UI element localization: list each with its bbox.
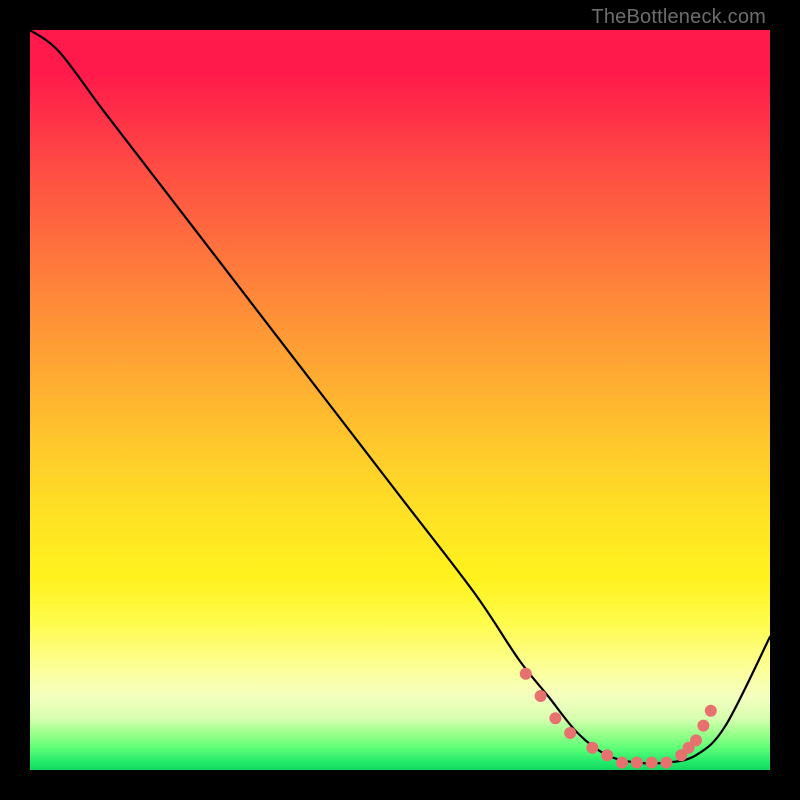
curve-marker-dot	[660, 757, 672, 769]
chart-frame: TheBottleneck.com	[0, 0, 800, 800]
curve-marker-dot	[535, 690, 547, 702]
bottleneck-curve	[30, 30, 770, 764]
plot-area	[30, 30, 770, 770]
curve-marker-dot	[631, 757, 643, 769]
curve-marker-dot	[616, 757, 628, 769]
curve-marker-dot	[690, 734, 702, 746]
curve-layer	[30, 30, 770, 770]
curve-marker-dot	[586, 742, 598, 754]
curve-marker-dot	[601, 749, 613, 761]
curve-marker-dot	[564, 727, 576, 739]
curve-path-group	[30, 30, 770, 764]
attribution-label: TheBottleneck.com	[591, 6, 766, 29]
curve-marker-dot	[520, 668, 532, 680]
curve-markers	[520, 668, 717, 769]
curve-marker-dot	[697, 720, 709, 732]
curve-marker-dot	[705, 705, 717, 717]
curve-marker-dot	[549, 712, 561, 724]
curve-marker-dot	[646, 757, 658, 769]
